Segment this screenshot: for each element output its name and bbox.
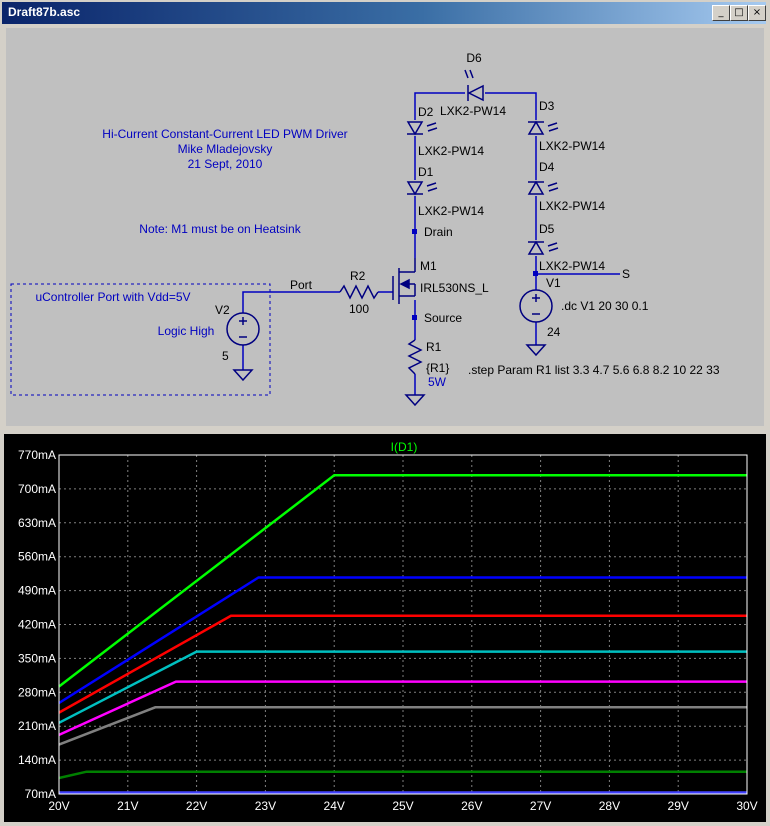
d4-name: D4 [539, 160, 555, 174]
x-tick-label: 24V [324, 799, 345, 813]
m1-model: IRL530NS_L [420, 281, 489, 295]
r2-name: R2 [350, 269, 366, 283]
source-net-label: Source [424, 311, 462, 325]
y-tick-label: 770mA [18, 448, 56, 462]
x-tick-label: 26V [461, 799, 482, 813]
y-tick-label: 350mA [18, 651, 56, 665]
diode-d1[interactable] [406, 181, 438, 196]
d2-model: LXK2-PW14 [418, 144, 484, 158]
maximize-button[interactable]: □ [730, 5, 748, 21]
chart-title: I(D1) [391, 440, 418, 454]
ground-icon [525, 344, 547, 357]
d6-name: D6 [466, 51, 482, 65]
y-tick-label: 210mA [18, 719, 56, 733]
chart-series [58, 474, 747, 794]
d3-model: LXK2-PW14 [539, 139, 605, 153]
resistor-r1[interactable] [407, 339, 423, 375]
y-axis-ticks: 70mA140mA210mA280mA350mA420mA490mA560mA6… [18, 448, 56, 801]
r1-name: R1 [426, 340, 442, 354]
controller-box-label: uController Port with Vdd=5V [35, 290, 190, 304]
diode-d6[interactable] [464, 69, 484, 102]
schematic-window: Draft87b.asc _ □ × Hi-Current Constant-C… [0, 0, 770, 430]
resistor-r2[interactable] [339, 284, 379, 300]
voltage-source-v2[interactable] [226, 312, 260, 346]
chart-grid [59, 455, 747, 794]
diode-d5[interactable] [527, 240, 559, 255]
x-tick-label: 23V [255, 799, 276, 813]
ground-icon [404, 394, 426, 407]
mosfet-m1[interactable] [392, 258, 416, 304]
waveform-window: I(D1) 70mA 140mA 210mA 280mA 350mA 420mA 490mA… [0, 432, 770, 826]
y-tick-label: 630mA [18, 516, 56, 530]
x-tick-label: 28V [599, 799, 620, 813]
r1-power: 5W [428, 375, 447, 389]
r1-value: {R1} [426, 361, 449, 375]
x-tick-label: 27V [530, 799, 551, 813]
x-tick-label: 20V [48, 799, 69, 813]
v2-value: 5 [222, 349, 229, 363]
port-net-label: Port [290, 278, 313, 292]
title-note-line3: 21 Sept, 2010 [188, 157, 263, 171]
title-note-line1: Hi-Current Constant-Current LED PWM Driv… [102, 127, 347, 141]
d2-name: D2 [418, 105, 434, 119]
y-tick-label: 560mA [18, 550, 56, 564]
series-line-7 [58, 770, 747, 780]
net-dots [412, 229, 538, 320]
close-button[interactable]: × [748, 5, 766, 21]
s-net-label: S [622, 267, 630, 281]
d6-model: LXK2-PW14 [440, 104, 506, 118]
dc-directive: .dc V1 20 30 0.1 [561, 299, 649, 313]
x-tick-label: 30V [736, 799, 757, 813]
d5-name: D5 [539, 222, 555, 236]
x-tick-label: 21V [117, 799, 138, 813]
title-bar[interactable]: Draft87b.asc _ □ × [2, 2, 766, 24]
d1-model: LXK2-PW14 [418, 204, 484, 218]
heatsink-note: Note: M1 must be on Heatsink [139, 222, 301, 236]
title-note-line2: Mike Mladejovsky [178, 142, 273, 156]
diode-d4[interactable] [527, 180, 559, 195]
step-directive: .step Param R1 list 3.3 4.7 5.6 6.8 8.2 … [468, 363, 720, 377]
diode-d3[interactable] [527, 120, 559, 135]
minimize-button[interactable]: _ [712, 5, 730, 21]
v2-name: V2 [215, 303, 230, 317]
m1-name: M1 [420, 259, 437, 273]
d5-model: LXK2-PW14 [539, 259, 605, 273]
v1-name: V1 [546, 276, 561, 290]
x-tick-label: 29V [668, 799, 689, 813]
y-tick-label: 490mA [18, 584, 56, 598]
x-axis-ticks: 20V 21V 22V 23V 24V 25V 26V 27V 28V 29V 30V [48, 799, 757, 813]
d1-name: D1 [418, 165, 434, 179]
x-tick-label: 22V [186, 799, 207, 813]
window-title: Draft87b.asc [8, 5, 81, 19]
d3-name: D3 [539, 99, 555, 113]
waveform-plot[interactable]: I(D1) 70mA 140mA 210mA 280mA 350mA 420mA 490mA… [4, 434, 766, 822]
r2-value: 100 [349, 302, 369, 316]
voltage-source-v1[interactable] [519, 289, 553, 323]
x-tick-label: 25V [392, 799, 413, 813]
y-tick-label: 420mA [18, 618, 56, 632]
ground-icon [232, 369, 254, 382]
y-tick-label: 700mA [18, 482, 56, 496]
schematic-canvas[interactable]: Hi-Current Constant-Current LED PWM Driv… [6, 28, 764, 426]
diode-d2[interactable] [406, 121, 438, 136]
v1-value: 24 [547, 325, 561, 339]
drain-net-label: Drain [424, 225, 453, 239]
d4-model: LXK2-PW14 [539, 199, 605, 213]
logic-high-label: Logic High [158, 324, 215, 338]
y-tick-label: 280mA [18, 685, 56, 699]
y-tick-label: 140mA [18, 753, 56, 767]
